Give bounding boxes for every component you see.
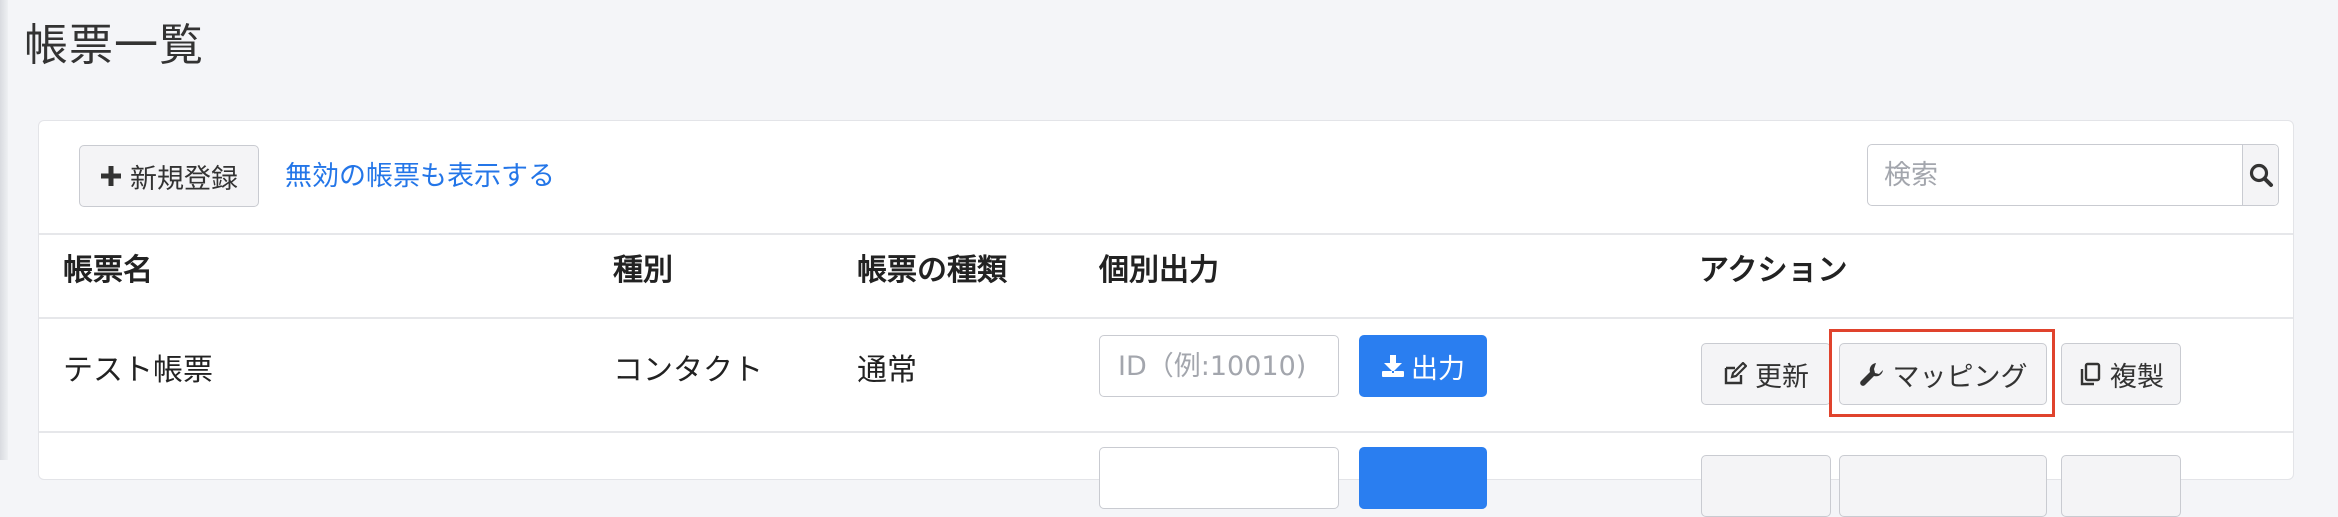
duplicate-label: 複製 bbox=[2110, 361, 2164, 393]
column-header-individual-output: 個別出力 bbox=[1099, 253, 1219, 288]
copy-icon bbox=[2078, 362, 2102, 386]
report-type-cell: 通常 bbox=[857, 353, 917, 388]
row-divider bbox=[39, 431, 2293, 433]
show-disabled-reports-link[interactable]: 無効の帳票も表示する bbox=[285, 157, 555, 197]
search-icon bbox=[2248, 162, 2274, 188]
new-register-label: 新規登録 bbox=[130, 163, 238, 195]
header-divider bbox=[39, 317, 2293, 319]
search-button[interactable] bbox=[2242, 145, 2278, 205]
next-row-id-input[interactable] bbox=[1099, 447, 1339, 509]
download-icon bbox=[1381, 354, 1405, 378]
report-list-panel: 新規登録 無効の帳票も表示する 帳票名 種別 帳票の種類 個別出力 アクション … bbox=[38, 120, 2294, 517]
page-title: 帳票一覧 bbox=[24, 20, 204, 71]
search-input[interactable] bbox=[1868, 145, 2242, 205]
column-header-actions: アクション bbox=[1699, 253, 1848, 288]
next-row-output-button[interactable] bbox=[1359, 447, 1487, 509]
column-header-type: 帳票の種類 bbox=[857, 253, 1007, 288]
window-edge bbox=[0, 0, 8, 460]
column-header-name: 帳票名 bbox=[63, 253, 153, 288]
mapping-button[interactable]: マッピング bbox=[1839, 343, 2047, 405]
search-box bbox=[1867, 144, 2279, 206]
mapping-label: マッピング bbox=[1892, 361, 2028, 393]
output-button[interactable]: 出力 bbox=[1359, 335, 1487, 397]
plus-icon bbox=[100, 165, 122, 187]
next-row-update-button[interactable] bbox=[1701, 455, 1831, 517]
edit-icon bbox=[1723, 362, 1747, 386]
report-kind-cell: コンタクト bbox=[613, 353, 763, 388]
report-name-cell: テスト帳票 bbox=[63, 353, 213, 388]
duplicate-button[interactable]: 複製 bbox=[2061, 343, 2181, 405]
toolbar-divider bbox=[39, 233, 2293, 235]
next-row-duplicate-button[interactable] bbox=[2061, 455, 2181, 517]
wrench-icon bbox=[1859, 361, 1885, 387]
column-header-kind: 種別 bbox=[613, 253, 673, 288]
next-row-mapping-button[interactable] bbox=[1839, 455, 2047, 517]
update-label: 更新 bbox=[1755, 361, 1809, 393]
output-label: 出力 bbox=[1411, 353, 1465, 385]
id-input[interactable] bbox=[1099, 335, 1339, 397]
new-register-button[interactable]: 新規登録 bbox=[79, 145, 259, 207]
update-button[interactable]: 更新 bbox=[1701, 343, 1831, 405]
